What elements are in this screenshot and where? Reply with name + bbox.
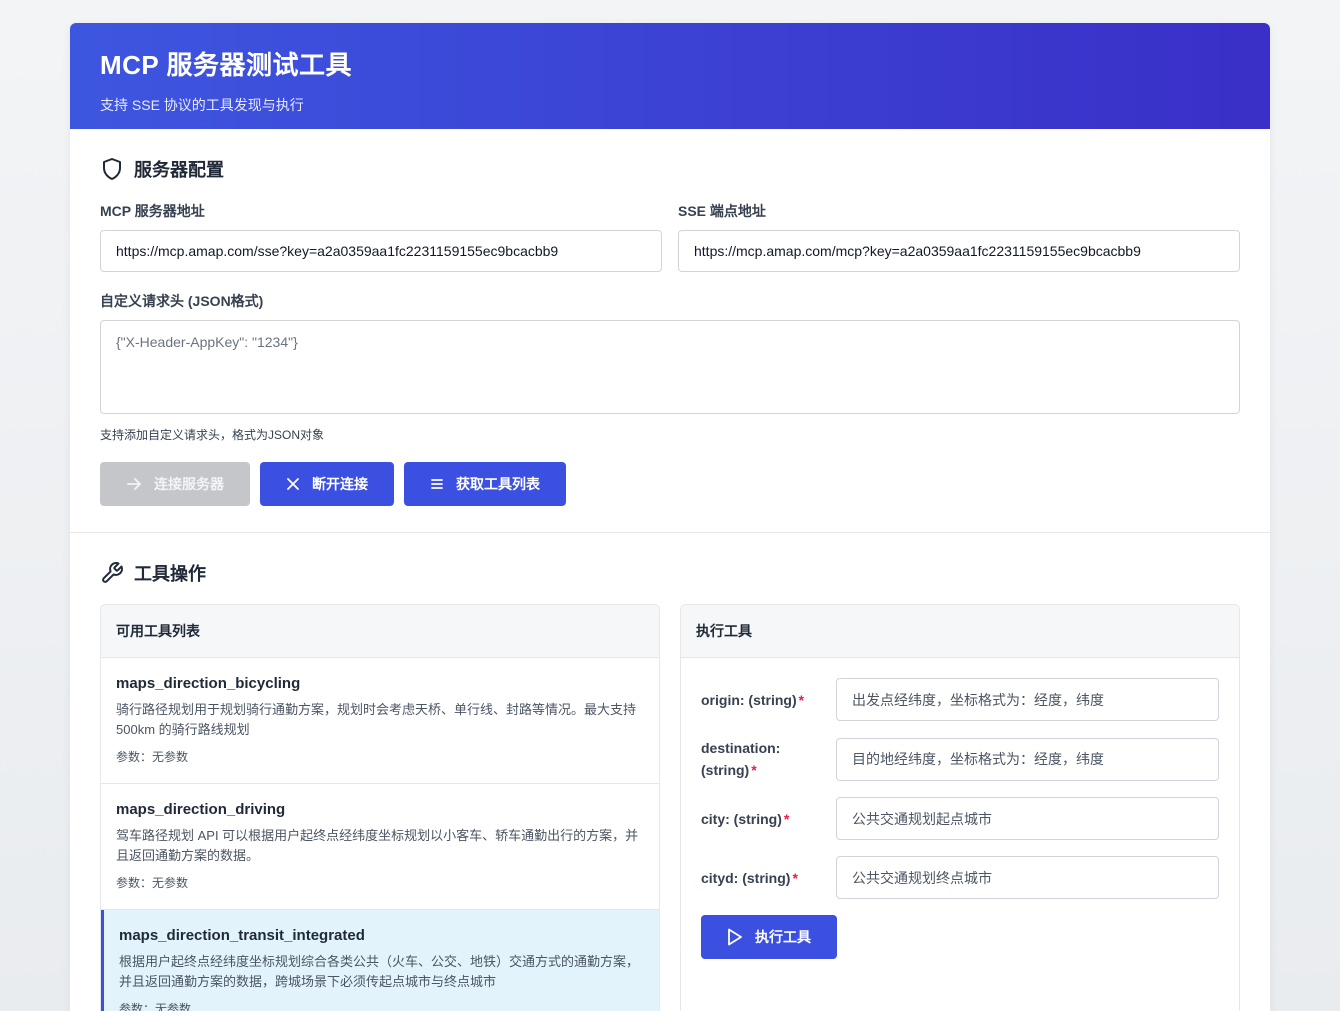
tool-desc: 骑行路径规划用于规划骑行通勤方案，规划时会考虑天桥、单行线、封路等情况。最大支持… [116,702,637,737]
connect-button-label: 连接服务器 [154,476,224,492]
tool-item-bicycling[interactable]: maps_direction_bicycling 骑行路径规划用于规划骑行通勤方… [101,658,659,784]
tool-params: 参数：无参数 [119,1002,192,1011]
execute-tool-button[interactable]: 执行工具 [701,915,837,959]
sse-url-input[interactable]: https://mcp.amap.com/mcp?key=a2a0359aa1f… [678,230,1240,272]
exec-header: 执行工具 [681,605,1239,658]
required-mark: * [783,810,790,827]
sse-url-label: SSE 端点地址 [678,203,766,219]
headers-label: 自定义请求头 (JSON格式) [100,293,264,309]
cityd-input[interactable]: 公共交通规划终点城市 [836,856,1219,899]
disconnect-button[interactable]: 断开连接 [260,462,394,506]
page-title: MCP 服务器测试工具 [100,50,353,80]
tools-section: 工具操作 可用工具列表 maps_direction_bicycling 骑行路… [70,533,1270,1011]
tool-list-header: 可用工具列表 [101,605,659,658]
arrow-right-icon [127,478,141,490]
app-container: MCP 服务器测试工具 支持 SSE 协议的工具发现与执行 服务器配置 MCP … [70,23,1270,1011]
tool-params: 参数：无参数 [116,876,189,890]
play-icon [728,928,742,946]
destination-input[interactable]: 目的地经纬度，坐标格式为：经度，纬度 [836,737,1219,781]
close-icon [287,478,299,490]
required-mark: * [751,762,757,778]
server-url-label: MCP 服务器地址 [100,203,205,219]
execute-tool-label: 执行工具 [755,929,811,945]
tool-desc: 驾车路径规划 API 可以根据用户起终点经纬度坐标规划以小客车、轿车通勤出行的方… [116,828,639,863]
tools-heading: 工具操作 [100,561,1240,585]
destination-label-text: destination: (string) [701,740,781,778]
server-config-title: 服务器配置 [134,160,224,180]
exec-row-origin: origin: (string) * 出发点经纬度，坐标格式为：经度，纬度 [701,678,1219,721]
tool-item-driving[interactable]: maps_direction_driving 驾车路径规划 API 可以根据用户… [101,784,659,910]
headers-textarea[interactable]: {"X-Header-AppKey": "1234"} [100,320,1240,414]
page-header: MCP 服务器测试工具 支持 SSE 协议的工具发现与执行 [70,23,1270,129]
list-icon [431,479,443,489]
fetch-tools-button[interactable]: 获取工具列表 [404,462,566,506]
tools-title: 工具操作 [134,564,206,584]
city-input[interactable]: 公共交通规划起点城市 [836,797,1219,840]
tool-params: 参数：无参数 [116,750,189,764]
exec-row-city: city: (string) * 公共交通规划起点城市 [701,797,1219,840]
disconnect-button-label: 断开连接 [312,476,368,492]
fetch-tools-button-label: 获取工具列表 [456,476,540,492]
tool-item-transit-integrated[interactable]: maps_direction_transit_integrated 根据用户起终… [101,910,659,1011]
origin-label: origin: (string) * [701,689,836,711]
exec-panel: 执行工具 origin: (string) * 出发点经纬度，坐标格式为：经度，纬… [680,604,1240,1011]
origin-input[interactable]: 出发点经纬度，坐标格式为：经度，纬度 [836,678,1219,721]
city-label: city: (string) * [701,808,836,830]
required-mark: * [798,691,805,708]
tool-name: maps_direction_bicycling [116,675,301,692]
tool-desc: 根据用户起终点经纬度坐标规划综合各类公共（火车、公交、地铁）交通方式的通勤方案，… [119,954,640,989]
exec-row-destination: destination: (string) * 目的地经纬度，坐标格式为：经度，纬… [701,737,1219,781]
tool-list-panel: 可用工具列表 maps_direction_bicycling 骑行路径规划用于… [100,604,660,1011]
server-config-heading: 服务器配置 [100,157,1240,181]
cityd-label-text: cityd: (string) [701,869,791,886]
server-config-section: 服务器配置 MCP 服务器地址 https://mcp.amap.com/sse… [70,129,1270,506]
wrench-icon [102,562,123,583]
connect-button[interactable]: 连接服务器 [100,462,250,506]
headers-hint: 支持添加自定义请求头，格式为JSON对象 [100,428,325,442]
required-mark: * [792,869,798,886]
destination-label: destination: (string) * [701,737,836,781]
server-url-input[interactable]: https://mcp.amap.com/sse?key=a2a0359aa1f… [100,230,662,272]
config-actions: 连接服务器 断开连接 获取工具列表 [100,462,1240,506]
exec-row-cityd: cityd: (string) * 公共交通规划终点城市 [701,856,1219,899]
page-subtitle: 支持 SSE 协议的工具发现与执行 [100,97,304,113]
tool-name: maps_direction_driving [116,801,286,818]
shield-icon [103,158,121,180]
city-label-text: city: (string) [701,810,782,827]
tool-name: maps_direction_transit_integrated [119,927,365,944]
origin-label-text: origin: (string) [701,691,797,708]
cityd-label: cityd: (string) * [701,867,836,889]
